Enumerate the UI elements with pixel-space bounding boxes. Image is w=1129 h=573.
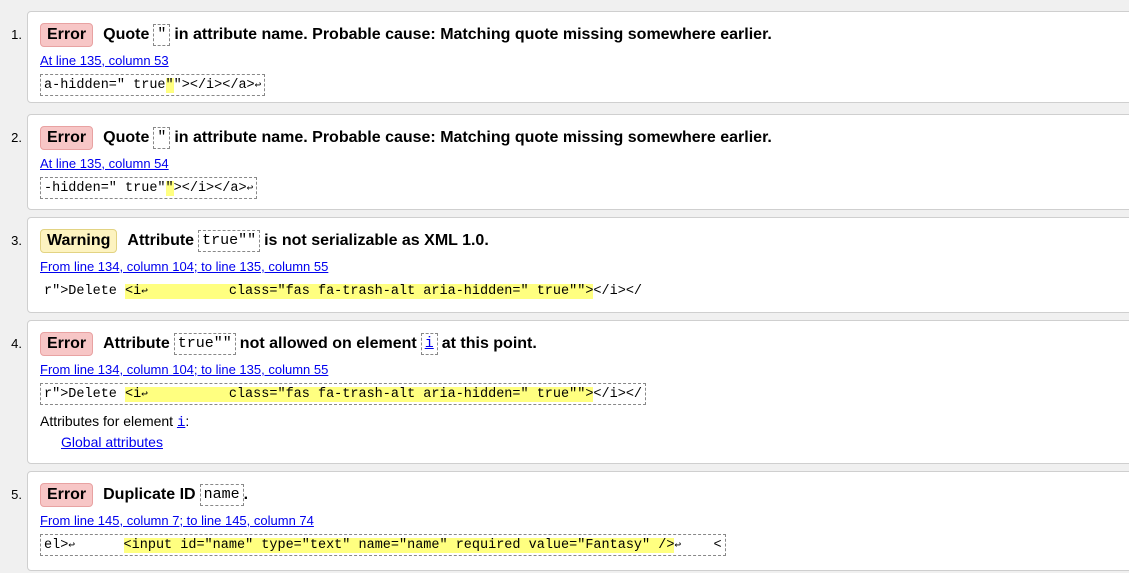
extract-text: r">Delete (44, 387, 126, 402)
extract-text: r">Delete (44, 284, 126, 299)
attributes-label: Attributes for element (40, 413, 174, 429)
extract-highlight: <i↩ class="fas fa-trash-alt aria-hidden=… (125, 284, 594, 299)
message-code: name (199, 484, 244, 506)
message-text: Attribute (127, 232, 195, 249)
return-icon: ↩ (254, 80, 262, 92)
extract-highlight-text: class="fas fa-trash-alt aria-hidden=" tr… (147, 387, 594, 402)
location-link[interactable]: From line 134, column 104; to line 135, … (40, 259, 328, 274)
code-extract: r">Delete <i↩ class="fas fa-trash-alt ar… (40, 280, 646, 302)
message-item: Error Quote " in attribute name. Probabl… (27, 11, 1129, 103)
message-text: Quote (103, 129, 150, 146)
extract-text: </i></ (593, 284, 643, 299)
element-link[interactable]: i (420, 333, 438, 355)
error-badge: Error (40, 483, 94, 507)
extract-highlight-text: class="fas fa-trash-alt aria-hidden=" tr… (147, 284, 594, 299)
message-number: 3. (11, 233, 22, 248)
code-extract: -hidden=" true""></i></a>↩ (40, 177, 258, 199)
extract-highlight: <i↩ class="fas fa-trash-alt aria-hidden=… (125, 387, 594, 402)
code-extract: el>↩ <input id="name" type="text" name="… (40, 534, 726, 556)
message-title: Warning Attribute true"" is not serializ… (40, 229, 1126, 253)
message-text: Duplicate ID (103, 486, 196, 503)
code-extract: a-hidden=" true""></i></a>↩ (40, 74, 266, 96)
message-item: Error Duplicate ID name . From line 145,… (27, 471, 1129, 571)
extract-text: -hidden=" true" (44, 181, 166, 196)
code-extract: r">Delete <i↩ class="fas fa-trash-alt ar… (40, 383, 647, 405)
extract-text: el> (44, 538, 69, 553)
return-icon: ↩ (141, 389, 148, 401)
return-icon: ↩ (246, 183, 254, 195)
message-text: in attribute name. Probable cause: Match… (174, 129, 772, 146)
location-link[interactable]: At line 135, column 53 (40, 53, 169, 68)
extract-text: a-hidden=" true (44, 78, 166, 93)
extract-text: </i></ (593, 387, 643, 402)
extract-highlight-text: <i (125, 284, 142, 299)
extract-highlight: " (165, 181, 174, 196)
attributes-note: Attributes for element i: (40, 413, 189, 431)
extract-text: ></i></a> (173, 181, 247, 196)
message-item: Warning Attribute true"" is not serializ… (27, 217, 1129, 313)
message-number: 5. (11, 487, 22, 502)
extract-highlight: " (165, 78, 174, 93)
location-link[interactable]: From line 134, column 104; to line 135, … (40, 362, 328, 377)
message-item: Error Quote " in attribute name. Probabl… (27, 114, 1129, 210)
message-code: true"" (198, 230, 261, 252)
message-number: 1. (11, 27, 22, 42)
message-number: 2. (11, 130, 22, 145)
message-text: Quote (103, 26, 150, 43)
attributes-colon: : (185, 413, 190, 429)
warning-badge: Warning (40, 229, 118, 253)
message-code: " (153, 24, 171, 46)
message-item: Error Attribute true"" not allowed on el… (27, 320, 1129, 464)
message-title: Error Duplicate ID name . (40, 483, 1126, 507)
extract-text: "></i></a> (173, 78, 255, 93)
extract-highlight-text: <i (125, 387, 142, 402)
message-text: in attribute name. Probable cause: Match… (174, 26, 772, 43)
return-icon: ↩ (141, 286, 148, 298)
message-text: . (243, 486, 249, 503)
message-title: Error Quote " in attribute name. Probabl… (40, 126, 1126, 150)
message-text: Attribute (103, 335, 170, 352)
message-text: is not serializable as XML 1.0. (264, 232, 489, 249)
message-text: not allowed on element (239, 335, 417, 352)
message-code: " (153, 127, 171, 149)
extract-text: < (681, 538, 722, 553)
message-code: true"" (173, 333, 236, 355)
message-text: at this point. (441, 335, 537, 352)
error-badge: Error (40, 23, 94, 47)
location-link[interactable]: At line 135, column 54 (40, 156, 169, 171)
message-title: Error Quote " in attribute name. Probabl… (40, 23, 1126, 47)
extract-text (75, 538, 124, 553)
message-number: 4. (11, 336, 22, 351)
return-icon: ↩ (68, 540, 75, 552)
location-link[interactable]: From line 145, column 7; to line 145, co… (40, 513, 314, 528)
extract-highlight: <input id="name" type="text" name="name"… (123, 538, 675, 553)
error-badge: Error (40, 126, 94, 150)
global-attributes-link[interactable]: Global attributes (61, 434, 163, 450)
error-badge: Error (40, 332, 94, 356)
message-title: Error Attribute true"" not allowed on el… (40, 332, 1126, 356)
